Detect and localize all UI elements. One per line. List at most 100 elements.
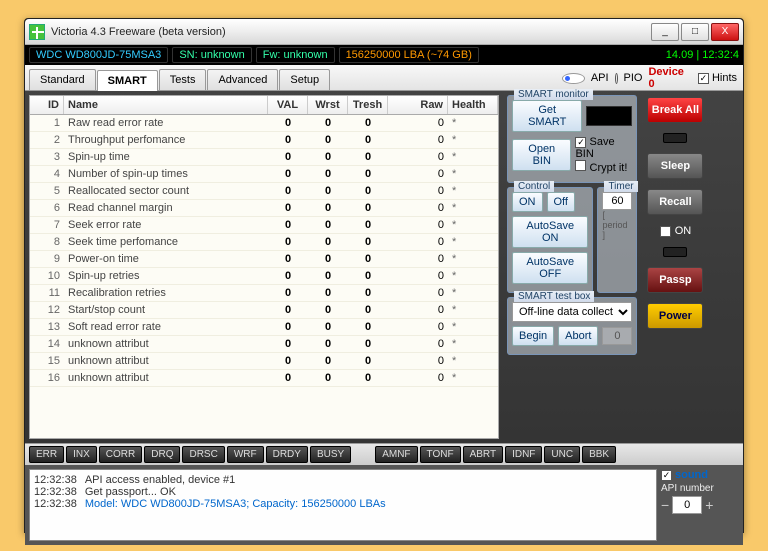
tab-bar: Standard SMART Tests Advanced Setup API … [25, 65, 743, 91]
status-idnf: IDNF [505, 446, 542, 463]
crypt-label: Crypt it! [590, 162, 628, 174]
status-drdy: DRDY [266, 446, 308, 463]
led-indicator [663, 133, 687, 143]
table-row[interactable]: 10Spin-up retries0000* [30, 268, 498, 285]
api-minus-button[interactable]: − [661, 497, 669, 513]
status-drsc: DRSC [182, 446, 224, 463]
app-window: Victoria 4.3 Freeware (beta version) _ □… [24, 18, 744, 533]
control-legend: Control [514, 181, 554, 192]
api-number-input[interactable] [672, 496, 702, 514]
timer-legend: Timer [604, 181, 637, 192]
col-val[interactable]: VAL [268, 96, 308, 114]
tab-advanced[interactable]: Advanced [207, 69, 278, 90]
radio-pio-label: PIO [624, 72, 643, 84]
get-smart-button[interactable]: Get SMART [512, 100, 582, 132]
recall-button[interactable]: Recall [647, 189, 703, 215]
col-id[interactable]: ID [30, 96, 64, 114]
smart-monitor-legend: SMART monitor [514, 89, 593, 100]
table-row[interactable]: 2Throughput perfomance0000* [30, 132, 498, 149]
app-title: Victoria 4.3 Freeware (beta version) [51, 26, 651, 38]
table-row[interactable]: 13Soft read error rate0000* [30, 319, 498, 336]
titlebar[interactable]: Victoria 4.3 Freeware (beta version) _ □… [25, 19, 743, 45]
api-number-label: API number [661, 483, 739, 494]
abort-button[interactable]: Abort [558, 326, 598, 346]
api-plus-button[interactable]: + [705, 497, 713, 513]
power-button[interactable]: Power [647, 303, 703, 329]
passp-button[interactable]: Passp [647, 267, 703, 293]
smart-test-box: SMART test box Off-line data collect Beg… [507, 297, 637, 355]
checkbox-savebin[interactable]: ✓ [575, 137, 586, 148]
test-counter [602, 327, 632, 345]
log-line: 12:32:38API access enabled, device #1 [34, 474, 652, 486]
radio-api[interactable] [562, 73, 585, 84]
status-inx: INX [66, 446, 97, 463]
checkbox-crypt[interactable] [575, 160, 586, 171]
table-row[interactable]: 8Seek time perfomance0000* [30, 234, 498, 251]
table-row[interactable]: 5Reallocated sector count0000* [30, 183, 498, 200]
sleep-button[interactable]: Sleep [647, 153, 703, 179]
log-line: 12:32:38Model: WDC WD800JD-75MSA3; Capac… [34, 498, 652, 510]
table-row[interactable]: 6Read channel margin0000* [30, 200, 498, 217]
col-name[interactable]: Name [64, 96, 268, 114]
status-unc: UNC [544, 446, 580, 463]
drive-fw: Fw: unknown [256, 47, 335, 63]
status-tonf: TONF [420, 446, 461, 463]
smart-monitor-box: SMART monitor Get SMART Open BIN ✓ Save … [507, 95, 637, 183]
status-wrf: WRF [227, 446, 264, 463]
hints-label: Hints [712, 72, 737, 84]
close-button[interactable]: X [711, 23, 739, 41]
table-row[interactable]: 15unknown attribut0000* [30, 353, 498, 370]
table-row[interactable]: 4Number of spin-up times0000* [30, 166, 498, 183]
on-label: ON [675, 225, 692, 237]
maximize-button[interactable]: □ [681, 23, 709, 41]
autosave-off-button[interactable]: AutoSave OFF [512, 252, 588, 284]
table-row[interactable]: 12Start/stop count0000* [30, 302, 498, 319]
drive-model: WDC WD800JD-75MSA3 [29, 47, 168, 63]
status-err: ERR [29, 446, 64, 463]
log-line: 12:32:38Get passport... OK [34, 486, 652, 498]
status-amnf: AMNF [375, 446, 417, 463]
table-row[interactable]: 1Raw read error rate0000* [30, 115, 498, 132]
radio-pio[interactable] [615, 73, 618, 84]
smart-test-select[interactable]: Off-line data collect [512, 302, 632, 322]
checkbox-hints[interactable]: ✓ [698, 73, 709, 84]
smart-test-legend: SMART test box [514, 291, 594, 302]
break-all-button[interactable]: Break All [647, 97, 703, 123]
clock: 14.09 | 12:32:4 [666, 49, 739, 61]
col-tresh[interactable]: Tresh [348, 96, 388, 114]
tab-smart[interactable]: SMART [97, 70, 158, 91]
status-register-bar: ERRINXCORRDRQDRSCWRFDRDYBUSYAMNFTONFABRT… [25, 443, 743, 465]
table-row[interactable]: 9Power-on time0000* [30, 251, 498, 268]
col-wrst[interactable]: Wrst [308, 96, 348, 114]
open-bin-button[interactable]: Open BIN [512, 139, 571, 171]
monitor-display [586, 106, 632, 126]
autosave-on-button[interactable]: AutoSave ON [512, 216, 588, 248]
radio-api-label: API [591, 72, 609, 84]
checkbox-on[interactable] [660, 226, 671, 237]
log-output[interactable]: 12:32:38API access enabled, device #112:… [29, 469, 657, 541]
col-raw[interactable]: Raw [388, 96, 448, 114]
status-abrt: ABRT [463, 446, 504, 463]
begin-button[interactable]: Begin [512, 326, 554, 346]
smart-table: ID Name VAL Wrst Tresh Raw Health 1Raw r… [29, 95, 499, 439]
tab-setup[interactable]: Setup [279, 69, 330, 90]
ctrl-off-button[interactable]: Off [547, 192, 575, 212]
timer-input[interactable] [602, 192, 632, 210]
col-health[interactable]: Health [448, 96, 498, 114]
status-busy: BUSY [310, 446, 351, 463]
table-row[interactable]: 14unknown attribut0000* [30, 336, 498, 353]
control-box: Control ONOff AutoSave ON AutoSave OFF [507, 187, 593, 293]
status-corr: CORR [99, 446, 142, 463]
timer-period: [ period ] [602, 210, 632, 240]
table-row[interactable]: 3Spin-up time0000* [30, 149, 498, 166]
table-row[interactable]: 16unknown attribut0000* [30, 370, 498, 387]
tab-tests[interactable]: Tests [159, 69, 207, 90]
drive-sn: SN: unknown [172, 47, 251, 63]
table-row[interactable]: 11Recalibration retries0000* [30, 285, 498, 302]
table-row[interactable]: 7Seek error rate0000* [30, 217, 498, 234]
timer-box: Timer [ period ] [597, 187, 637, 293]
minimize-button[interactable]: _ [651, 23, 679, 41]
checkbox-sound[interactable]: ✓ [661, 470, 672, 481]
ctrl-on-button[interactable]: ON [512, 192, 543, 212]
tab-standard[interactable]: Standard [29, 69, 96, 90]
